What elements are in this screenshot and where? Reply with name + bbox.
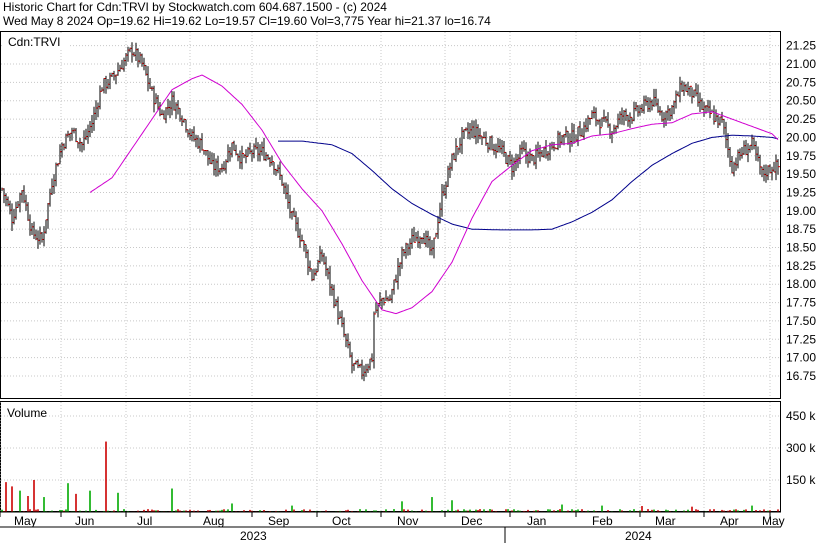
month-label: Mar (655, 514, 676, 528)
month-label: May (14, 514, 37, 528)
volume-tick-label: 450 k (786, 409, 816, 423)
price-tick-label: 19.00 (786, 204, 816, 218)
symbol-label: Cdn:TRVI (8, 35, 60, 49)
month-label: Jun (75, 514, 94, 528)
price-tick-label: 21.25 (786, 39, 816, 53)
price-tick-label: 18.25 (786, 259, 816, 273)
price-tick-label: 17.00 (786, 351, 816, 365)
month-label: May (762, 514, 785, 528)
price-tick-label: 19.25 (786, 185, 816, 199)
stock-chart: Historic Chart for Cdn:TRVI by Stockwatc… (0, 0, 830, 543)
price-tick-label: 19.50 (786, 167, 816, 181)
price-tick-label: 20.75 (786, 75, 816, 89)
month-label: Apr (720, 514, 739, 528)
price-tick-label: 20.25 (786, 112, 816, 126)
month-label: Dec (461, 514, 482, 528)
price-tick-label: 21.00 (786, 57, 816, 71)
price-tick-label: 18.50 (786, 241, 816, 255)
price-panel-frame (0, 31, 781, 399)
price-tick-label: 17.75 (786, 296, 816, 310)
month-label: Jan (527, 514, 546, 528)
price-tick-label: 19.75 (786, 149, 816, 163)
year-label: 2024 (625, 529, 652, 543)
price-tick-label: 18.00 (786, 277, 816, 291)
month-label: Jul (137, 514, 152, 528)
month-label: Sep (268, 514, 290, 528)
volume-label: Volume (7, 406, 47, 420)
price-tick-label: 17.25 (786, 332, 816, 346)
volume-tick-label: 300 k (786, 441, 816, 455)
chart-plot: 21.25 21.00 20.75 20.50 20.25 20.00 19.75 19.50… (0, 31, 816, 543)
month-label: Nov (397, 514, 418, 528)
year-label: 2023 (240, 529, 267, 543)
price-tick-label: 16.75 (786, 369, 816, 383)
price-tick-label: 18.75 (786, 222, 816, 236)
volume-tick-label: 150 k (786, 473, 816, 487)
price-tick-label: 20.00 (786, 130, 816, 144)
month-label: Aug (203, 514, 224, 528)
month-label: Oct (332, 514, 351, 528)
month-label: Feb (592, 514, 613, 528)
price-tick-label: 17.50 (786, 314, 816, 328)
price-tick-label: 20.50 (786, 94, 816, 108)
